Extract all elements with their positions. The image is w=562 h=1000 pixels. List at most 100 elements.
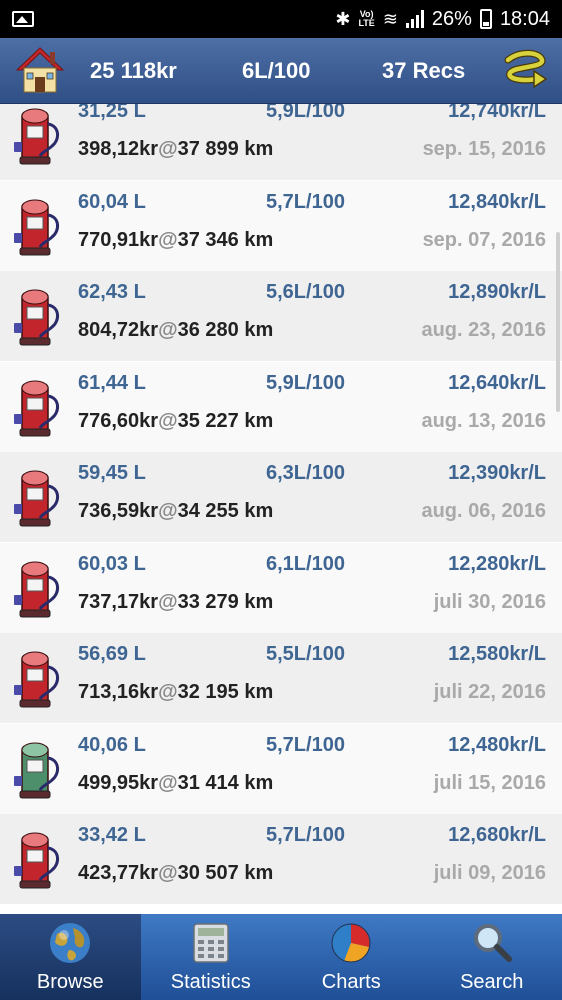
cost-and-odometer: 804,72kr@36 280 km	[78, 319, 273, 342]
cost-and-odometer: 398,12kr@37 899 km	[78, 138, 273, 161]
fuel-entry-row[interactable]: 60,03 L 6,1L/100 12,280kr/L 737,17kr@33 279…	[0, 542, 562, 633]
magnifier-icon	[473, 924, 512, 962]
total-cost: 25 118kr	[90, 58, 177, 83]
house-icon	[15, 47, 65, 93]
average-consumption: 6L/100	[242, 58, 311, 83]
odometer-value: 31 414 km	[177, 771, 274, 794]
gas-pump-icon	[12, 285, 66, 349]
nav-search[interactable]: Search	[422, 914, 562, 1000]
cost-and-odometer: 713,16kr@32 195 km	[78, 681, 273, 704]
entry-date: aug. 13, 2016	[421, 409, 546, 432]
gas-pump-icon	[12, 195, 66, 259]
refresh-button[interactable]	[500, 46, 550, 96]
nav-statistics[interactable]: Statistics	[141, 914, 282, 1000]
odometer-value: 32 195 km	[177, 681, 274, 703]
at-symbol: @	[158, 319, 178, 341]
fuel-amount: 61,44 L	[78, 371, 146, 394]
nav-browse[interactable]: Browse	[0, 914, 141, 1000]
total-cost-value: 776,60kr	[78, 409, 159, 432]
price-per-liter: 12,890kr/L	[448, 281, 546, 303]
odometer-value: 37 899 km	[177, 138, 274, 160]
at-symbol: @	[158, 771, 178, 794]
pie-chart-icon	[331, 923, 371, 963]
fuel-economy: 5,9L/100	[266, 371, 345, 394]
at-symbol: @	[158, 409, 178, 432]
fuel-entry-row[interactable]: 40,06 L 5,7L/100 12,480kr/L 499,95kr@31 414…	[0, 723, 562, 814]
at-symbol: @	[158, 500, 178, 522]
calculator-icon	[193, 923, 229, 963]
globe-icon	[50, 923, 91, 963]
cost-and-odometer: 736,59kr@34 255 km	[78, 500, 273, 523]
nav-label-browse: Browse	[36, 971, 104, 993]
entry-date: aug. 06, 2016	[421, 500, 546, 522]
fuel-amount: 62,43 L	[78, 281, 146, 303]
at-symbol: @	[158, 590, 178, 613]
fuel-entry-row[interactable]: 60,04 L 5,7L/100 12,840kr/L 770,91kr@37 346…	[0, 180, 562, 271]
bluetooth-icon: ✱	[335, 9, 351, 29]
fuel-entry-row[interactable]: 62,43 L 5,6L/100 12,890kr/L 804,72kr@36 280…	[0, 271, 562, 361]
fuel-amount: 60,04 L	[78, 190, 146, 213]
bottom-navigation: Browse Statistics Charts Search	[0, 914, 562, 1000]
odometer-value: 36 280 km	[177, 319, 274, 341]
cost-and-odometer: 770,91kr@37 346 km	[78, 229, 273, 252]
at-symbol: @	[158, 862, 178, 884]
cost-and-odometer: 499,95kr@31 414 km	[78, 772, 273, 795]
gas-pump-icon	[12, 376, 66, 440]
price-per-liter: 12,640kr/L	[448, 371, 546, 394]
price-per-liter: 12,390kr/L	[448, 462, 546, 484]
fuel-amount: 60,03 L	[78, 552, 146, 575]
record-count: 37 Recs	[382, 58, 466, 83]
at-symbol: @	[158, 138, 178, 160]
fuel-economy: 5,5L/100	[266, 643, 345, 665]
swirl-arrow-icon	[504, 49, 548, 89]
gas-pump-icon	[12, 466, 66, 530]
fuel-entry-row[interactable]: 33,42 L 5,7L/100 12,680kr/L 423,77kr@30 507…	[0, 814, 562, 904]
fuel-economy: 5,7L/100	[266, 824, 345, 846]
at-symbol: @	[158, 228, 178, 251]
status-bar: ✱ Vo) LTE ≋ 26% 18:04	[0, 0, 562, 38]
entry-date: juli 22, 2016	[433, 681, 546, 703]
price-per-liter: 12,680kr/L	[448, 824, 546, 846]
entry-date: sep. 15, 2016	[422, 138, 546, 160]
gas-pump-icon	[12, 828, 66, 892]
gas-pump-icon	[12, 104, 66, 168]
fuel-economy: 5,7L/100	[266, 733, 345, 756]
fuel-economy: 5,9L/100	[266, 104, 345, 122]
battery-icon	[479, 9, 492, 29]
home-button[interactable]	[14, 44, 66, 96]
odometer-value: 37 346 km	[177, 228, 274, 251]
fuel-entry-row[interactable]: 61,44 L 5,9L/100 12,640kr/L 776,60kr@35 227…	[0, 361, 562, 452]
fuel-economy: 5,7L/100	[266, 190, 345, 213]
total-cost-value: 713,16kr	[78, 681, 159, 703]
entry-date: juli 15, 2016	[433, 771, 546, 794]
fuel-entry-row[interactable]: 31,25 L 5,9L/100 12,740kr/L 398,12kr@37 899…	[0, 104, 562, 180]
cost-and-odometer: 423,77kr@30 507 km	[78, 862, 273, 885]
price-per-liter: 12,480kr/L	[448, 733, 546, 756]
price-per-liter: 12,280kr/L	[448, 552, 546, 575]
fuel-entry-list[interactable]: 31,25 L 5,9L/100 12,740kr/L 398,12kr@37 899…	[0, 104, 562, 914]
nav-charts[interactable]: Charts	[281, 914, 422, 1000]
nav-label-statistics: Statistics	[170, 971, 251, 993]
price-per-liter: 12,840kr/L	[448, 190, 546, 213]
fuel-amount: 56,69 L	[78, 643, 146, 665]
gas-pump-icon	[12, 738, 66, 802]
odometer-value: 33 279 km	[177, 590, 274, 613]
signal-icon	[405, 10, 424, 28]
battery-percent: 26%	[431, 7, 472, 30]
fuel-economy: 6,3L/100	[266, 462, 345, 484]
app-header: 25 118kr 6L/100 37 Recs	[0, 38, 562, 104]
gas-pump-icon	[12, 557, 66, 621]
fuel-entry-row[interactable]: 56,69 L 5,5L/100 12,580kr/L 713,16kr@32 195…	[0, 633, 562, 723]
scrollbar[interactable]	[556, 232, 560, 412]
at-symbol: @	[158, 681, 178, 703]
odometer-value: 34 255 km	[177, 500, 274, 522]
entry-date: aug. 23, 2016	[421, 319, 546, 341]
fuel-economy: 6,1L/100	[266, 552, 345, 575]
wifi-icon: ≋	[382, 9, 398, 29]
entry-date: juli 30, 2016	[433, 590, 546, 613]
total-cost-value: 398,12kr	[78, 138, 159, 160]
nav-label-search: Search	[460, 971, 524, 993]
fuel-amount: 33,42 L	[78, 824, 146, 846]
fuel-entry-row[interactable]: 59,45 L 6,3L/100 12,390kr/L 736,59kr@34 255…	[0, 452, 562, 542]
gas-pump-icon	[12, 647, 66, 711]
